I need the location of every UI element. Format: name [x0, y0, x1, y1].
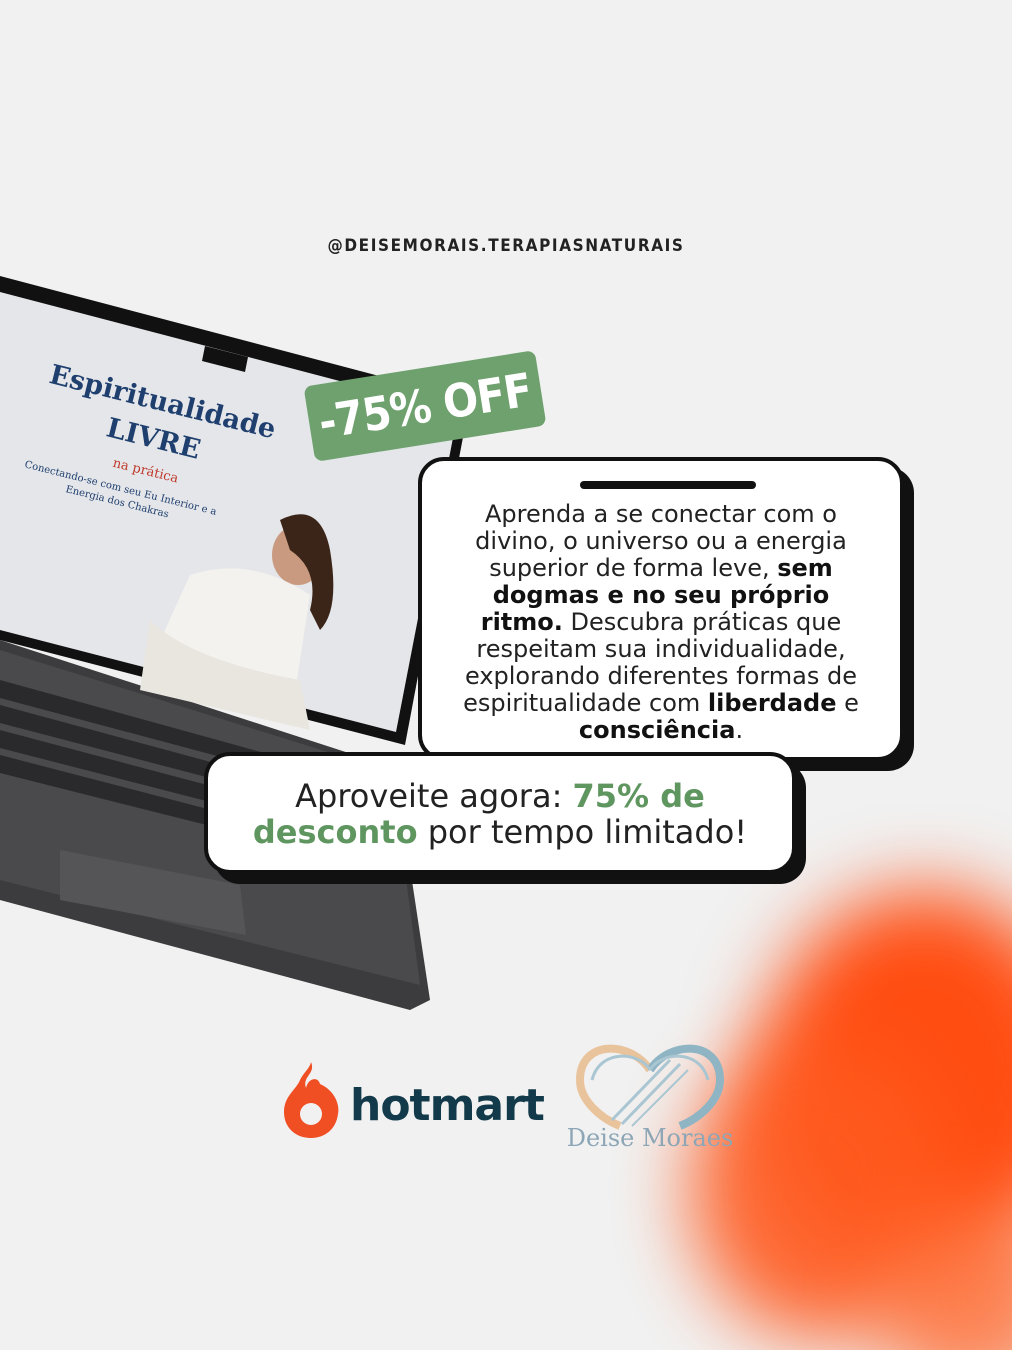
heart-logo-icon [575, 1044, 725, 1130]
deise-moraes-wordmark: Deise Moraes [566, 1124, 734, 1152]
description-card: Aprenda a se conectar com o divino, o un… [418, 457, 904, 761]
hotmart-wordmark: hotmart [350, 1080, 545, 1131]
flame-icon [284, 1062, 339, 1138]
offer-cta-text: Aproveite agora: 75% de desconto por tem… [252, 777, 748, 851]
card-handle-bar [580, 481, 756, 489]
offer-cta-card[interactable]: Aproveite agora: 75% de desconto por tem… [204, 752, 796, 874]
description-text: Aprenda a se conectar com o divino, o un… [463, 500, 859, 744]
hotmart-logo: hotmart [280, 1060, 545, 1140]
deise-moraes-logo: Deise Moraes [560, 1040, 740, 1160]
promo-page: @DEISEMORAIS.TERAPIASNATURAIS Espiritual… [0, 0, 1012, 1350]
